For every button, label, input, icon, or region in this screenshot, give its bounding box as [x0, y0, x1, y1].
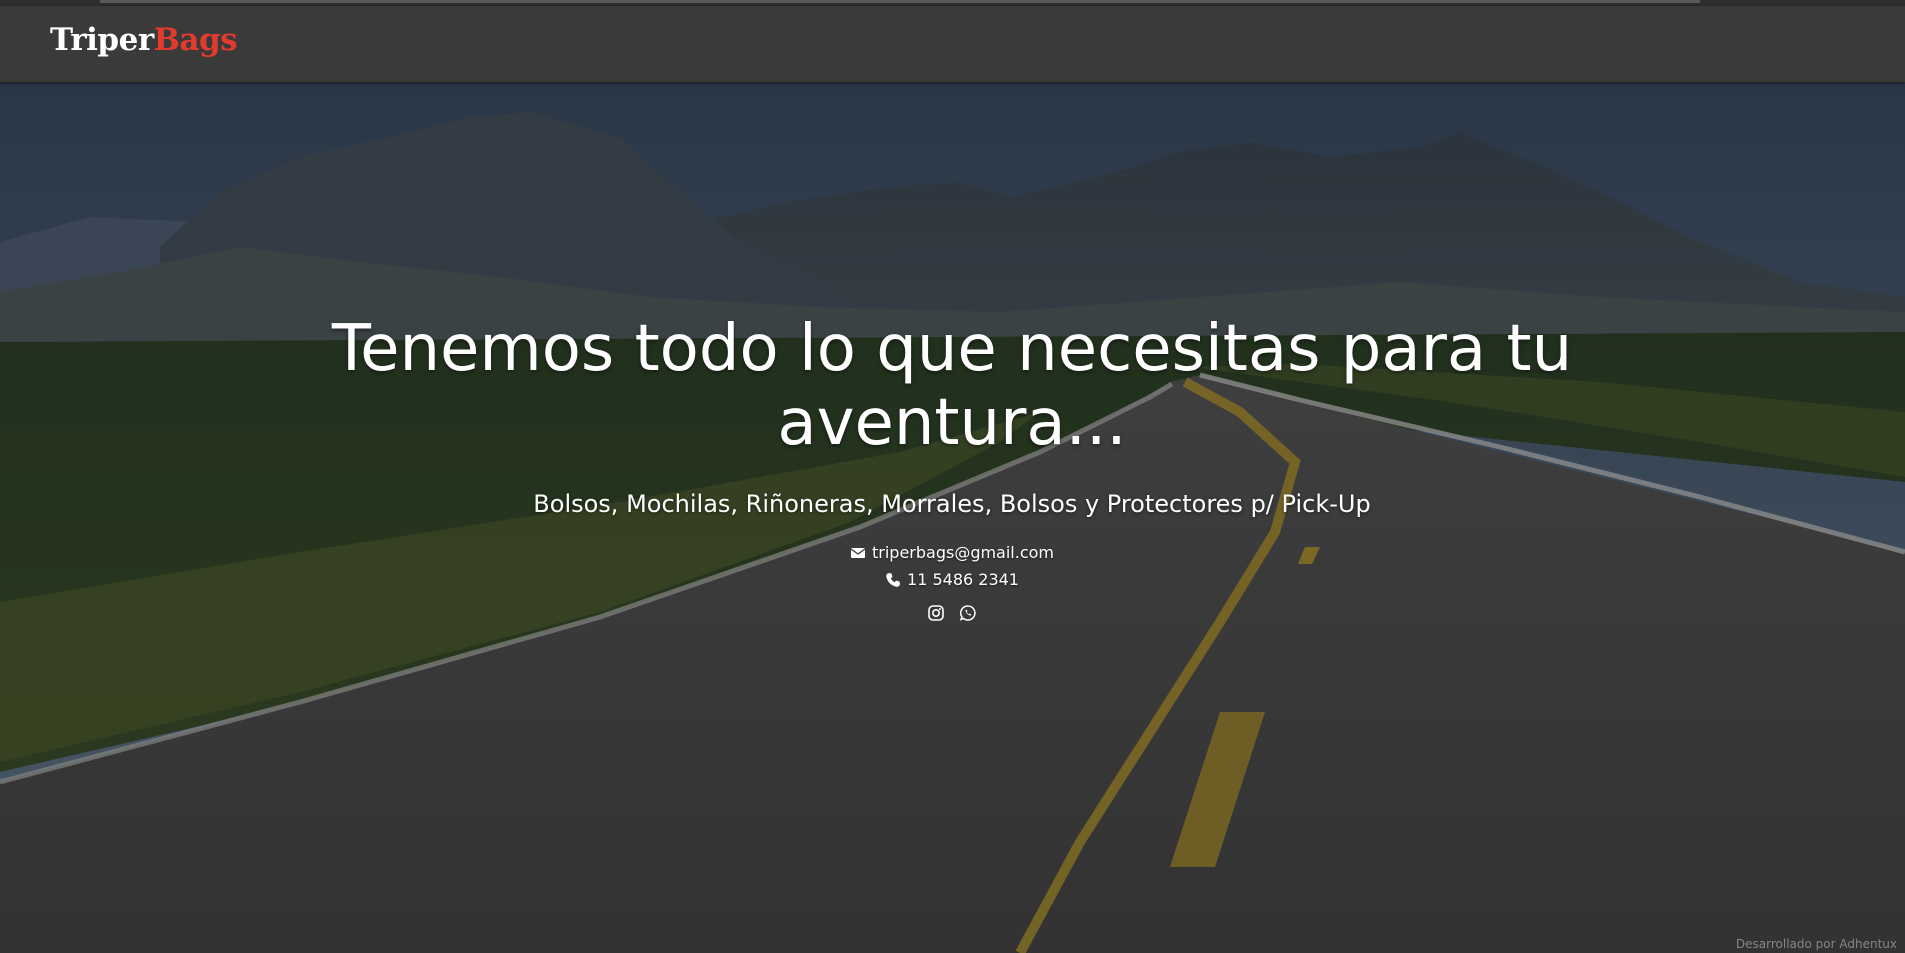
whatsapp-icon[interactable]: [959, 604, 977, 622]
hero-subheadline: Bolsos, Mochilas, Riñoneras, Morrales, B…: [533, 490, 1371, 518]
navbar: TriperBags: [0, 6, 1905, 82]
brand-logo[interactable]: TriperBags: [50, 20, 238, 60]
contact-phone[interactable]: 11 5486 2341: [752, 569, 1152, 591]
contact-email-text: triperbags@gmail.com: [871, 543, 1055, 562]
brand-logo-part2: Bags: [153, 22, 238, 58]
hero-headline: Tenemos todo lo que necesitas para tu av…: [331, 312, 1573, 460]
developer-credit[interactable]: Desarrollado por Adhentux: [1736, 937, 1897, 951]
envelope-icon: [850, 548, 866, 558]
brand-logo-part1: Triper: [50, 22, 154, 58]
contact-phone-text: 11 5486 2341: [907, 570, 1019, 589]
contact-email[interactable]: triperbags@gmail.com: [752, 542, 1152, 564]
phone-icon: [886, 573, 901, 587]
social-links: [902, 604, 1002, 622]
hero-section: Tenemos todo lo que necesitas para tu av…: [0, 82, 1905, 953]
instagram-icon[interactable]: [927, 604, 945, 622]
